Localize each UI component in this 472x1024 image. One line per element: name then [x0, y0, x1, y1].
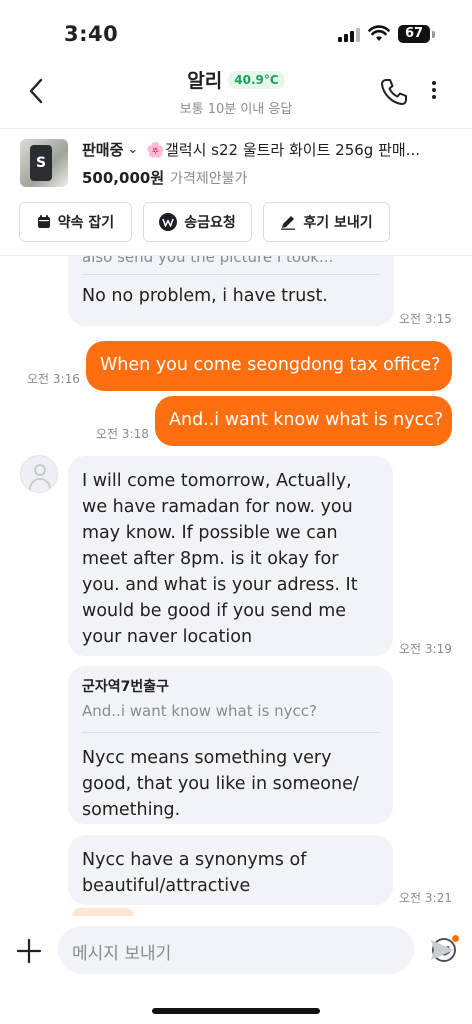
- outgoing-message[interactable]: And..i want know what is nycc?: [155, 396, 452, 446]
- message-text: No no problem, i have trust.: [82, 286, 328, 306]
- reply-to-name: 군자역7번출구: [82, 679, 170, 695]
- partner-avatar[interactable]: [20, 455, 58, 493]
- reply-separator: [82, 274, 380, 275]
- wifi-icon: [368, 25, 390, 41]
- send-review-button[interactable]: 후기 보내기: [263, 202, 390, 242]
- send-icon[interactable]: [428, 936, 456, 964]
- message-text: And..i want know what is nycc?: [169, 410, 444, 430]
- message-time: 오전 3:19: [399, 642, 452, 656]
- product-price-line: 500,000원 가격제안불가: [82, 167, 247, 188]
- message-input-placeholder: 메시지 보내기: [72, 944, 172, 964]
- won-icon: [159, 213, 178, 231]
- more-options-icon[interactable]: [424, 78, 444, 106]
- product-price: 500,000원: [82, 169, 165, 187]
- calendar-icon: [37, 215, 50, 228]
- chat-partner-name[interactable]: 알리: [187, 66, 222, 93]
- cellular-signal-icon: [338, 28, 360, 42]
- chat-header: 알리 40.9°C 보통 10분 이내 응답: [0, 62, 472, 128]
- status-bar: 3:40 67: [0, 0, 472, 62]
- incoming-message[interactable]: I will come tomorrow, Actually, we have …: [68, 456, 393, 656]
- reply-to-text: And..i want know what is nycc?: [82, 702, 317, 720]
- incoming-reply-message[interactable]: 군자역7번출구 And..i want know what is nycc? N…: [68, 666, 393, 824]
- schedule-appointment-button[interactable]: 약속 잡기: [19, 202, 132, 242]
- next-message-peek: [72, 908, 134, 916]
- product-title-line: 판매중 ⌄ 🌸갤럭시 s22 울트라 화이트 256g 판매...: [82, 139, 462, 160]
- message-time: 오전 3:16: [27, 372, 80, 386]
- phone-call-icon[interactable]: [378, 76, 410, 108]
- message-text: Nycc have a synonyms of beautiful/attrac…: [82, 850, 307, 896]
- pencil-icon: [281, 216, 296, 230]
- schedule-appointment-label: 약속 잡기: [57, 215, 115, 231]
- incoming-message[interactable]: also send you the picture I took... No n…: [68, 256, 394, 326]
- message-input-bar: 메시지 보내기: [0, 916, 472, 1024]
- product-title: 🌸갤럭시 s22 울트라 화이트 256g 판매...: [146, 141, 420, 159]
- request-transfer-label: 송금요청: [184, 215, 236, 231]
- message-text: When you come seongdong tax office?: [100, 355, 441, 375]
- product-thumbnail[interactable]: S: [20, 139, 68, 187]
- incoming-message[interactable]: Nycc have a synonyms of beautiful/attrac…: [68, 835, 393, 905]
- message-input[interactable]: 메시지 보내기: [58, 926, 459, 974]
- request-transfer-button[interactable]: 송금요청: [143, 202, 252, 242]
- product-summary[interactable]: S 판매중 ⌄ 🌸갤럭시 s22 울트라 화이트 256g 판매... 500,…: [0, 129, 472, 255]
- message-text: I will come tomorrow, Actually, we have …: [82, 471, 358, 647]
- message-list[interactable]: also send you the picture I took... No n…: [0, 256, 472, 916]
- sale-status-dropdown[interactable]: 판매중: [82, 139, 123, 160]
- reply-separator: [82, 732, 379, 733]
- manner-temperature-badge: 40.9°C: [228, 70, 285, 89]
- status-time: 3:40: [64, 22, 119, 46]
- product-thumbnail-letter: S: [30, 145, 52, 181]
- home-indicator: [152, 1008, 320, 1014]
- price-negotiation-status: 가격제안불가: [170, 171, 248, 187]
- plus-icon[interactable]: [16, 938, 42, 964]
- message-time: 오전 3:18: [96, 427, 149, 441]
- message-text: Nycc means something very good, that you…: [82, 748, 359, 820]
- battery-icon: 67: [398, 25, 430, 43]
- message-time: 오전 3:21: [399, 891, 452, 905]
- send-review-label: 후기 보내기: [303, 215, 373, 231]
- message-time: 오전 3:15: [399, 312, 452, 326]
- action-buttons: 약속 잡기 송금요청 후기 보내기: [19, 202, 390, 242]
- battery-tip: [432, 31, 435, 38]
- chevron-down-icon[interactable]: ⌄: [127, 142, 138, 157]
- reply-quote-text: also send you the picture I took...: [82, 256, 334, 266]
- outgoing-message[interactable]: When you come seongdong tax office?: [86, 341, 452, 391]
